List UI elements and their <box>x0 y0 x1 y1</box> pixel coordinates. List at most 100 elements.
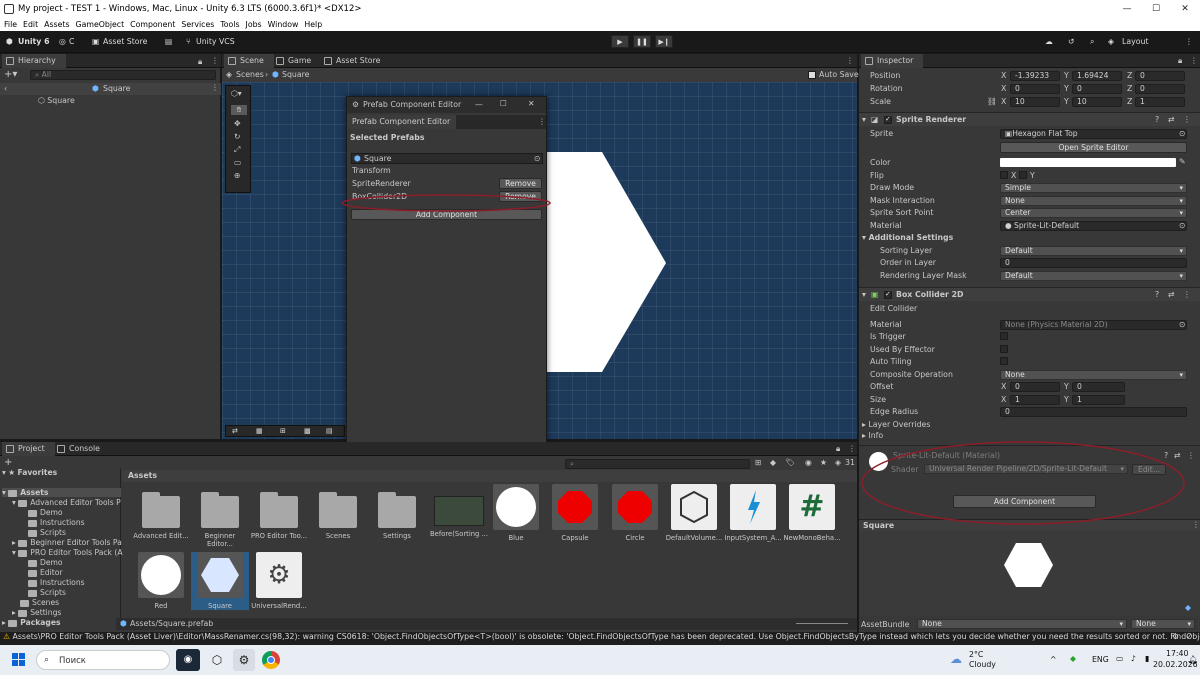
material-object-field[interactable]: ● Sprite-Lit-Default ⊙ <box>1000 221 1187 231</box>
chevron-down-icon[interactable]: ▾ <box>862 290 866 299</box>
assets-breadcrumb[interactable]: Assets <box>128 471 157 480</box>
asset-input-actions[interactable]: InputSystem_A... <box>724 484 782 542</box>
view-options-icon[interactable]: ⬡▾ <box>231 89 242 98</box>
hand-tool-icon[interactable]: ✋︎ <box>231 105 247 115</box>
composite-dropdown[interactable]: None <box>1000 370 1187 380</box>
help-icon[interactable]: ? <box>1155 115 1159 124</box>
scale-x-field[interactable]: 10 <box>1010 97 1060 107</box>
assetbundle-variant-dropdown[interactable]: None <box>1131 619 1195 629</box>
favorites-item[interactable]: ▾ ★ Favorites <box>2 468 57 477</box>
tab-game[interactable]: Game <box>272 54 321 68</box>
menu-file[interactable]: File <box>4 20 17 29</box>
step-button[interactable]: ▶❙ <box>655 35 673 48</box>
scale-tool-icon[interactable]: ⤢ <box>234 145 240 155</box>
tree-item[interactable]: Instructions <box>28 518 85 527</box>
auto-save-checkbox[interactable] <box>808 71 816 79</box>
menu-jobs[interactable]: Jobs <box>246 20 262 29</box>
tree-item[interactable]: Scripts <box>28 588 66 597</box>
more-icon[interactable]: ⋮ <box>1187 451 1195 460</box>
presets-icon[interactable]: ⇄ <box>1168 290 1175 299</box>
tree-item[interactable]: Demo <box>28 558 63 567</box>
move-tool-icon[interactable]: ✥ <box>234 119 241 128</box>
weather-icon[interactable]: ☁ <box>950 652 962 666</box>
tab-project[interactable]: Project <box>2 442 55 456</box>
asset-folder[interactable]: Advanced Edit... <box>132 490 190 540</box>
object-picker-icon[interactable]: ⊙ <box>1179 130 1186 138</box>
search-type-icon[interactable]: ⊞ <box>755 458 762 467</box>
cloud-icon[interactable]: ☁ <box>1045 35 1053 49</box>
more-icon[interactable]: ⋮ <box>211 56 219 65</box>
grid-icon[interactable]: ▦ <box>256 427 263 435</box>
cloud-button[interactable]: C <box>69 35 74 49</box>
menu-services[interactable]: Services <box>181 20 214 29</box>
offset-y-field[interactable]: 0 <box>1072 382 1125 392</box>
tree-item[interactable]: Instructions <box>28 578 85 587</box>
eyedropper-icon[interactable]: ✎ <box>1179 157 1186 166</box>
cloud-account-icon[interactable]: ◎ <box>59 35 66 49</box>
menu-window[interactable]: Window <box>268 20 299 29</box>
tab-scene[interactable]: Scene <box>224 54 274 68</box>
pivot-icon[interactable]: ⊞ <box>280 427 286 435</box>
layout-dropdown[interactable]: Layout <box>1122 35 1149 49</box>
flip-y-checkbox[interactable] <box>1019 171 1027 179</box>
rect-tool-icon[interactable]: ▭ <box>234 158 241 167</box>
language-indicator[interactable]: ENG <box>1092 655 1109 664</box>
filter-icon[interactable]: ◆ <box>770 458 776 467</box>
unity-editor-icon[interactable]: ⚙ <box>233 649 255 671</box>
more-icon[interactable]: ⋮ <box>1192 520 1200 529</box>
menu-help[interactable]: Help <box>304 20 322 29</box>
project-search-input[interactable]: ⌕ <box>565 459 750 469</box>
mask-interaction-dropdown[interactable]: None <box>1000 196 1187 206</box>
tree-item[interactable]: Editor <box>28 568 62 577</box>
resize-handle-icon[interactable]: ◆ <box>1185 603 1191 612</box>
clock-time[interactable]: 17:40 <box>1166 649 1188 658</box>
menu-component[interactable]: Component <box>130 20 175 29</box>
unity-hub-icon[interactable]: ⬡ <box>206 649 228 671</box>
asset-folder[interactable]: Settings <box>368 490 426 540</box>
position-y-field[interactable]: 1.69424 <box>1072 71 1122 81</box>
is-trigger-checkbox[interactable] <box>1000 332 1008 340</box>
asset-material[interactable]: Circle <box>606 484 664 542</box>
tray-chevron-icon[interactable]: ^ <box>1050 655 1057 664</box>
menu-gameobject[interactable]: GameObject <box>76 20 125 29</box>
remove-spriterenderer-button[interactable]: Remove <box>499 178 542 189</box>
maximize-icon[interactable]: ☐ <box>500 99 507 108</box>
tree-item[interactable]: Scripts <box>28 528 66 537</box>
close-button[interactable]: ✕ <box>1173 2 1197 16</box>
vcs-button[interactable]: Unity VCS <box>196 35 235 49</box>
tree-item[interactable]: ▸ Packages <box>2 618 61 627</box>
asset-scene[interactable]: Before(Sorting ... <box>430 490 488 538</box>
more-icon[interactable]: ⋮ <box>538 117 546 126</box>
auto-tiling-checkbox[interactable] <box>1000 357 1008 365</box>
sprite-object-field[interactable]: ▣Hexagon Flat Top ⊙ <box>1000 129 1187 139</box>
asset-material[interactable]: Capsule <box>546 484 604 542</box>
breadcrumb-square[interactable]: Square <box>282 70 309 79</box>
rendering-layer-dropdown[interactable]: Default <box>1000 271 1187 281</box>
status-bar[interactable]: ⚠ Assets\PRO Editor Tools Pack (Asset Li… <box>0 632 1200 645</box>
scale-y-field[interactable]: 10 <box>1072 97 1122 107</box>
tree-item[interactable]: ▾ Advanced Editor Tools P <box>12 498 121 507</box>
edit-collider-button[interactable]: Edit Collider <box>870 304 917 313</box>
search-icon[interactable]: ⌕ <box>1090 35 1094 49</box>
more-icon[interactable]: ⋮ <box>848 444 856 453</box>
asset-volume-profile[interactable]: DefaultVolume... <box>665 484 723 542</box>
create-asset-button[interactable]: + <box>4 457 12 468</box>
order-in-layer-field[interactable]: 0 <box>1000 258 1187 268</box>
rotation-y-field[interactable]: 0 <box>1072 84 1122 94</box>
chrome-icon[interactable] <box>262 651 280 669</box>
asset-folder[interactable]: PRO Editor Too... <box>250 490 308 540</box>
tab-hierarchy[interactable]: Hierarchy <box>2 54 66 68</box>
play-button[interactable]: ▶ <box>611 35 629 48</box>
tree-item[interactable]: Demo <box>28 508 63 517</box>
tab-asset-store[interactable]: Asset Store <box>320 54 390 68</box>
favorite-icon[interactable]: ★ <box>820 458 827 467</box>
pause-button[interactable]: ❚❚ <box>633 35 651 48</box>
size-x-field[interactable]: 1 <box>1010 395 1060 405</box>
check-circle-icon[interactable]: ✓ <box>1186 632 1193 641</box>
asset-material[interactable]: Red <box>132 552 190 610</box>
sprite-renderer-header[interactable]: ▾ ◪ ✓ Sprite Renderer ? ⇄ ⋮ <box>859 112 1200 126</box>
asset-folder[interactable]: Scenes <box>309 490 367 540</box>
steam-icon[interactable]: ◉ <box>176 649 200 671</box>
maximize-button[interactable]: ☐ <box>1144 2 1168 16</box>
rotation-x-field[interactable]: 0 <box>1010 84 1060 94</box>
